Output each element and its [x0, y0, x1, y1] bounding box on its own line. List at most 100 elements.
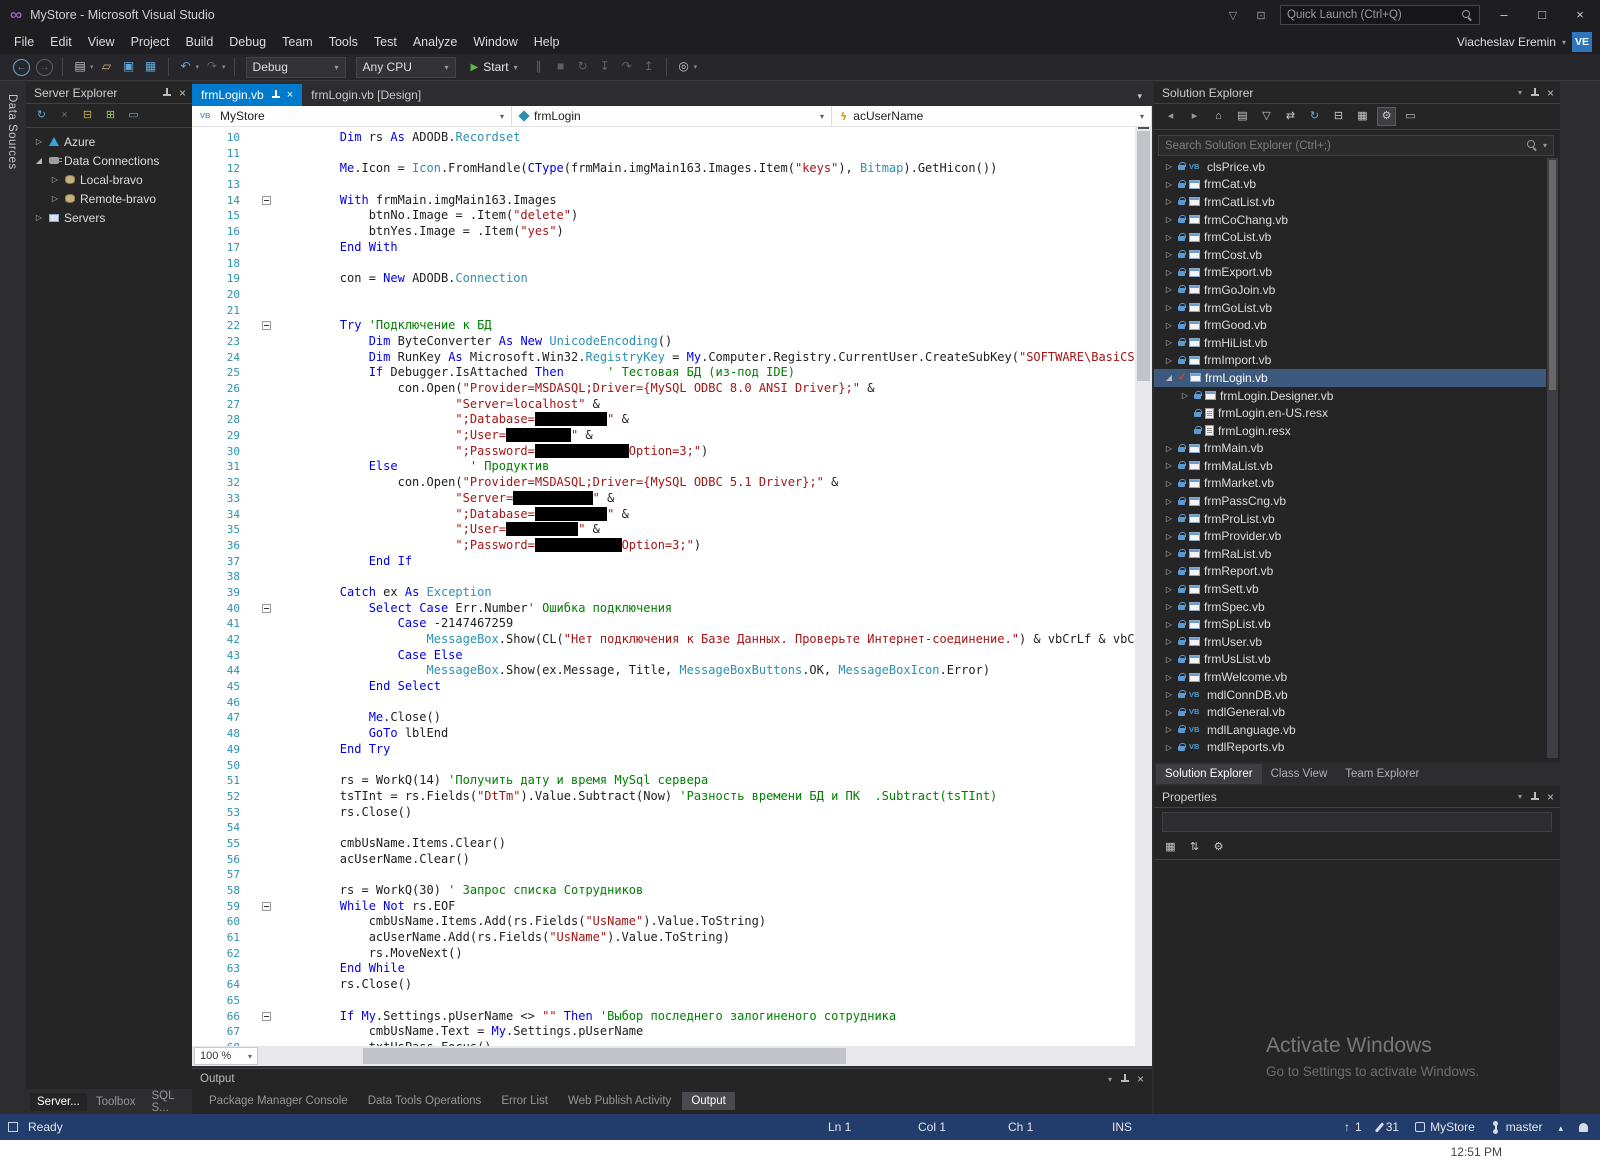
- solution-item-frmlogin-designer-vb[interactable]: ▷ frmLogin.Designer.vb: [1154, 387, 1546, 405]
- pending-edits[interactable]: 31: [1374, 1120, 1399, 1134]
- switch-views-button[interactable]: ▤: [1233, 107, 1252, 126]
- solution-item-frmmarket-vb[interactable]: ▷ frmMarket.vb: [1154, 475, 1546, 493]
- solution-item-frmcochang-vb[interactable]: ▷ frmCoChang.vb: [1154, 211, 1546, 229]
- undo-button[interactable]: ↶: [176, 57, 196, 77]
- maximize-button[interactable]: □: [1528, 4, 1556, 26]
- solution-item-mdlreports-vb[interactable]: ▷ mdlReports.vb: [1154, 739, 1546, 757]
- status-line[interactable]: Ln 1: [828, 1114, 851, 1140]
- code-line[interactable]: 61 acUserName.Add(rs.Fields("UsName").Va…: [192, 930, 1135, 946]
- code-line[interactable]: 42 MessageBox.Show(CL("Нет подключения к…: [192, 632, 1135, 648]
- publish-caret[interactable]: [1558, 1120, 1563, 1134]
- chevron-collapsed-icon[interactable]: ▷: [1164, 690, 1174, 699]
- code-line[interactable]: 39 Catch ex As Exception: [192, 585, 1135, 601]
- solution-item-frmmalist-vb[interactable]: ▷ frmMaList.vb: [1154, 457, 1546, 475]
- pending-changes-filter-button[interactable]: ▽: [1257, 107, 1276, 126]
- pin-icon[interactable]: [271, 90, 280, 100]
- chevron-collapsed-icon[interactable]: ▷: [1164, 321, 1174, 330]
- home-button[interactable]: ⌂: [1209, 107, 1228, 126]
- new-project-button[interactable]: ▤: [70, 57, 90, 77]
- code-line[interactable]: 56 acUserName.Clear(): [192, 852, 1135, 868]
- solution-item-frmreport-vb[interactable]: ▷ frmReport.vb: [1154, 563, 1546, 581]
- code-line[interactable]: 62 rs.MoveNext(): [192, 946, 1135, 962]
- solution-item-frmcatlist-vb[interactable]: ▷ frmCatList.vb: [1154, 193, 1546, 211]
- connect-to-server-button[interactable]: ⊞: [102, 107, 119, 124]
- solution-item-frmgojoin-vb[interactable]: ▷ frmGoJoin.vb: [1154, 281, 1546, 299]
- feedback-filter-icon[interactable]: ▽: [1224, 9, 1242, 22]
- chevron-collapsed-icon[interactable]: ▷: [1164, 444, 1174, 453]
- sync-with-active-document-button[interactable]: ⇄: [1281, 107, 1300, 126]
- chevron-collapsed-icon[interactable]: ▷: [1164, 655, 1174, 664]
- tree-item-servers[interactable]: ▷ Servers: [26, 208, 192, 227]
- status-character[interactable]: Ch 1: [1008, 1114, 1033, 1140]
- solution-item-frmgood-vb[interactable]: ▷ frmGood.vb: [1154, 316, 1546, 334]
- share-screen-icon[interactable]: ⊡: [1252, 9, 1270, 22]
- solution-item-frmprolist-vb[interactable]: ▷ frmProList.vb: [1154, 510, 1546, 528]
- code-line[interactable]: 31 Else ' Продуктив: [192, 459, 1135, 475]
- solution-item-frmprovider-vb[interactable]: ▷ frmProvider.vb: [1154, 527, 1546, 545]
- solution-item-mdlconndb-vb[interactable]: ▷ mdlConnDB.vb: [1154, 686, 1546, 704]
- vertical-scrollbar-thumb[interactable]: [1137, 131, 1150, 381]
- categorized-button[interactable]: ▦: [1161, 838, 1180, 857]
- close-button[interactable]: ×: [1566, 4, 1594, 26]
- solution-item-frmhilist-vb[interactable]: ▷ frmHiList.vb: [1154, 334, 1546, 352]
- code-line[interactable]: 48 GoTo lblEnd: [192, 726, 1135, 742]
- fold-margin[interactable]: [248, 318, 282, 334]
- solution-scrollbar[interactable]: [1547, 158, 1558, 758]
- code-line[interactable]: 58 rs = WorkQ(30) ' Запрос списка Сотруд…: [192, 883, 1135, 899]
- code-line[interactable]: 21: [192, 303, 1135, 319]
- code-line[interactable]: 17 End With: [192, 240, 1135, 256]
- code-line[interactable]: 52 tsTInt = rs.Fields("DtTm").Value.Subt…: [192, 789, 1135, 805]
- menu-analyze[interactable]: Analyze: [405, 30, 465, 54]
- solution-configuration-combo[interactable]: Debug ▾: [245, 56, 346, 78]
- tab-team-explorer[interactable]: Team Explorer: [1336, 764, 1428, 784]
- code-line[interactable]: 63 End While: [192, 961, 1135, 977]
- redo-button[interactable]: ↷: [202, 57, 222, 77]
- code-line[interactable]: 29 ";User= " &: [192, 428, 1135, 444]
- tab-output[interactable]: Output: [682, 1092, 735, 1110]
- code-line[interactable]: 15 btnNo.Image = .Item("delete"): [192, 208, 1135, 224]
- code-line[interactable]: 57: [192, 867, 1135, 883]
- status-column[interactable]: Col 1: [918, 1114, 946, 1140]
- solution-search-input[interactable]: Search Solution Explorer (Ctrl+;) ▾: [1158, 135, 1554, 156]
- save-all-button[interactable]: ▦: [141, 57, 161, 77]
- close-icon[interactable]: ×: [287, 89, 293, 101]
- open-file-button[interactable]: ▱: [97, 57, 117, 77]
- collapse-region-icon[interactable]: [262, 321, 271, 331]
- code-line[interactable]: 16 btnYes.Image = .Item("yes"): [192, 224, 1135, 240]
- chevron-collapsed-icon[interactable]: ▷: [1164, 197, 1174, 206]
- pin-icon[interactable]: [1530, 791, 1539, 802]
- chevron-collapsed-icon[interactable]: ▷: [1164, 549, 1174, 558]
- solution-item-frmimport-vb[interactable]: ▷ frmImport.vb: [1154, 352, 1546, 370]
- code-line[interactable]: 47 Me.Close(): [192, 710, 1135, 726]
- code-line[interactable]: 60 cmbUsName.Items.Add(rs.Fields("UsName…: [192, 914, 1135, 930]
- collapse-region-icon[interactable]: [262, 603, 271, 613]
- chevron-collapsed-icon[interactable]: ▷: [34, 137, 44, 146]
- solution-item-frmspec-vb[interactable]: ▷ frmSpec.vb: [1154, 598, 1546, 616]
- alphabetical-sort-button[interactable]: ⇅: [1185, 838, 1204, 857]
- refresh-button[interactable]: ↻: [33, 107, 50, 124]
- collapse-region-icon[interactable]: [262, 195, 271, 205]
- code-line[interactable]: 24 Dim RunKey As Microsoft.Win32.Registr…: [192, 350, 1135, 366]
- quick-launch-input[interactable]: Quick Launch (Ctrl+Q): [1280, 5, 1480, 25]
- solution-item-frmgolist-vb[interactable]: ▷ frmGoList.vb: [1154, 299, 1546, 317]
- chevron-collapsed-icon[interactable]: ▷: [1164, 233, 1174, 242]
- chevron-collapsed-icon[interactable]: ▷: [1164, 514, 1174, 523]
- chevron-collapsed-icon[interactable]: ▷: [1164, 479, 1174, 488]
- tree-item-remote-bravo[interactable]: ▷ Remote-bravo: [26, 189, 192, 208]
- menu-tools[interactable]: Tools: [321, 30, 366, 54]
- close-icon[interactable]: ×: [1547, 790, 1554, 804]
- document-tab-frmlogin-vb-design[interactable]: frmLogin.vb [Design]: [302, 84, 430, 106]
- chevron-collapsed-icon[interactable]: ▷: [1164, 585, 1174, 594]
- chevron-down-icon[interactable]: ▾: [90, 63, 94, 71]
- code-line[interactable]: 22 Try 'Подключение к БД: [192, 318, 1135, 334]
- chevron-collapsed-icon[interactable]: ▷: [1164, 673, 1174, 682]
- collapse-region-icon[interactable]: [262, 901, 271, 911]
- solution-item-frmuslist-vb[interactable]: ▷ frmUsList.vb: [1154, 651, 1546, 669]
- pause-button[interactable]: ∥: [529, 57, 549, 77]
- solution-item-mdlgeneral-vb[interactable]: ▷ mdlGeneral.vb: [1154, 703, 1546, 721]
- type-dropdown[interactable]: frmLogin ▾: [512, 106, 832, 126]
- code-line[interactable]: 44 MessageBox.Show(ex.Message, Title, Me…: [192, 663, 1135, 679]
- data-sources-tab[interactable]: Data Sources: [6, 94, 18, 170]
- signed-in-user[interactable]: Viacheslav Eremin: [1457, 35, 1556, 49]
- code-line[interactable]: 12 Me.Icon = Icon.FromHandle(CType(frmMa…: [192, 161, 1135, 177]
